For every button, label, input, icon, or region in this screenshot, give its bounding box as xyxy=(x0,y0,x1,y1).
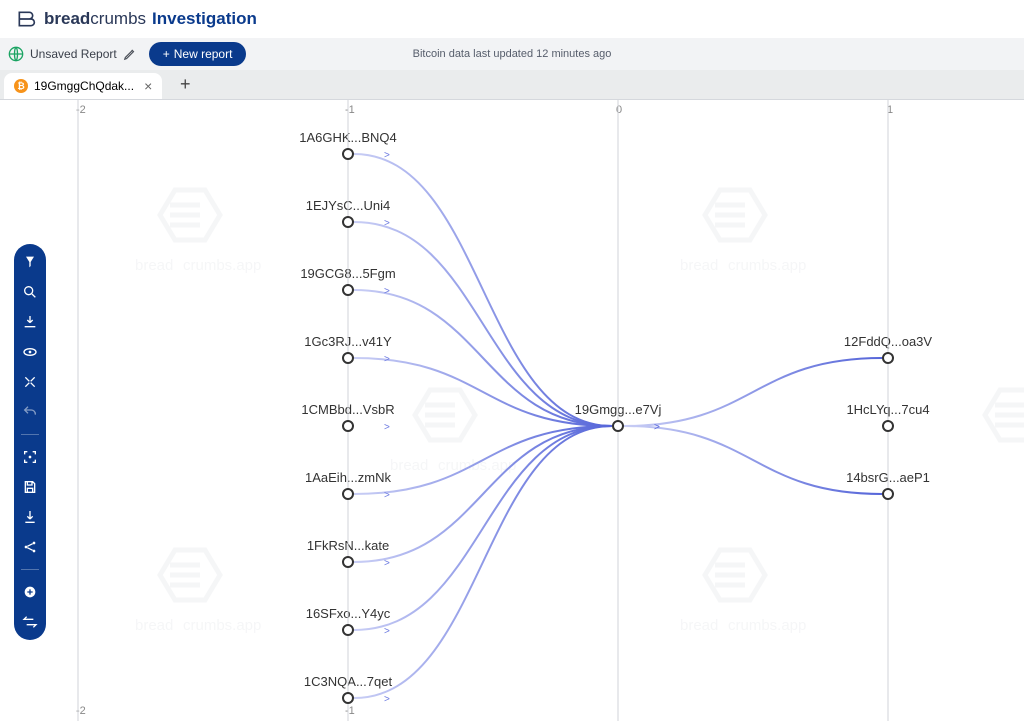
graph-node[interactable] xyxy=(882,488,894,500)
export-icon[interactable] xyxy=(22,509,38,525)
graph-node[interactable] xyxy=(342,624,354,636)
graph-node[interactable] xyxy=(342,216,354,228)
graph-node[interactable] xyxy=(882,352,894,364)
tab-add-button[interactable]: + xyxy=(172,74,198,95)
graph-svg: >>>>>>>>>>>> xyxy=(0,100,1024,721)
graph-canvas[interactable]: -2 -1 0 1 -2 -1 breadcrumbs.app breadcru… xyxy=(0,100,1024,721)
svg-text:>: > xyxy=(384,354,390,365)
tab-label: 19GmggChQdak... xyxy=(34,79,134,93)
svg-text:>: > xyxy=(384,150,390,161)
edit-icon[interactable] xyxy=(123,47,137,61)
new-report-button[interactable]: + New report xyxy=(149,42,247,66)
tab-bar: ₿ 19GmggChQdak... × + xyxy=(0,70,1024,100)
save-icon[interactable] xyxy=(22,479,38,495)
tab-active[interactable]: ₿ 19GmggChQdak... × xyxy=(4,73,162,99)
logo-icon xyxy=(16,9,36,29)
graph-node[interactable] xyxy=(342,488,354,500)
tab-close-icon[interactable]: × xyxy=(144,78,152,94)
eye-icon[interactable] xyxy=(22,344,38,360)
plus-icon: + xyxy=(163,47,170,61)
report-name: Unsaved Report xyxy=(30,47,117,61)
graph-node[interactable] xyxy=(342,692,354,704)
focus-icon[interactable] xyxy=(22,449,38,465)
svg-text:>: > xyxy=(384,422,390,433)
graph-node[interactable] xyxy=(612,420,624,432)
graph-node[interactable] xyxy=(342,352,354,364)
toolbar-separator xyxy=(21,569,39,570)
search-icon[interactable] xyxy=(22,284,38,300)
add-icon[interactable] xyxy=(22,584,38,600)
svg-text:>: > xyxy=(654,422,660,433)
svg-text:>: > xyxy=(384,218,390,229)
svg-text:>: > xyxy=(384,490,390,501)
undo-icon[interactable] xyxy=(22,404,38,420)
share-icon[interactable] xyxy=(22,539,38,555)
globe-icon xyxy=(8,46,24,62)
data-status: Bitcoin data last updated 12 minutes ago xyxy=(413,48,612,60)
vertical-toolbar xyxy=(14,244,46,640)
svg-text:>: > xyxy=(384,626,390,637)
subheader: Unsaved Report + New report Bitcoin data… xyxy=(0,38,1024,70)
tools-icon[interactable] xyxy=(22,374,38,390)
graph-node[interactable] xyxy=(342,148,354,160)
graph-node[interactable] xyxy=(342,420,354,432)
svg-text:>: > xyxy=(384,694,390,705)
graph-node[interactable] xyxy=(342,556,354,568)
filter-icon[interactable] xyxy=(22,254,38,270)
swap-icon[interactable] xyxy=(22,614,38,630)
download-node-icon[interactable] xyxy=(22,314,38,330)
bitcoin-icon: ₿ xyxy=(14,79,28,93)
graph-node[interactable] xyxy=(342,284,354,296)
toolbar-separator xyxy=(21,434,39,435)
svg-text:>: > xyxy=(384,286,390,297)
app-title: Investigation xyxy=(152,9,257,29)
svg-text:>: > xyxy=(384,558,390,569)
app-header: breadcrumbs Investigation xyxy=(0,0,1024,38)
graph-node[interactable] xyxy=(882,420,894,432)
new-report-label: New report xyxy=(174,47,233,61)
brand-text: breadcrumbs xyxy=(44,9,146,29)
